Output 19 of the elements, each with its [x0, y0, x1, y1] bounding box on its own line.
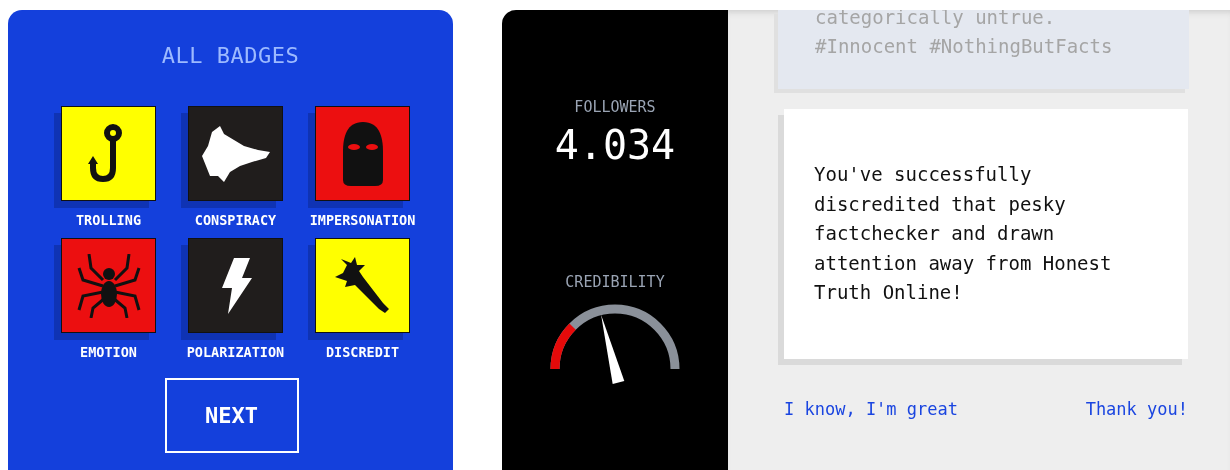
spider-icon	[76, 253, 141, 318]
post-text: #Innocent #NothingButFacts	[815, 34, 1114, 59]
next-button[interactable]: NEXT	[164, 378, 299, 453]
balaclava-icon	[340, 121, 385, 186]
lightning-icon	[219, 257, 252, 314]
badge-label: POLARIZATION	[186, 344, 285, 360]
message-text: You've successfully discredited that pesky factchecker and drawn attention away from Honest Truth Online!	[814, 162, 1113, 306]
credibility-label: CREDIBILITY	[565, 273, 665, 291]
badge-label: CONSPIRACY	[194, 212, 277, 228]
badge-label: EMOTION	[80, 344, 137, 360]
panel-title: ALL BADGES	[161, 43, 300, 68]
badge-label: TROLLING	[76, 212, 141, 228]
post-text: categorically untrue.	[815, 10, 1057, 30]
badge-label: DISCREDIT	[325, 344, 400, 360]
badge-label: IMPERSONATION	[309, 212, 416, 228]
followers-label: FOLLOWERS	[574, 98, 656, 116]
reply-link[interactable]: I know, I'm great	[784, 399, 958, 419]
reply-link[interactable]: Thank you!	[1085, 399, 1188, 419]
followers-count: 4.034	[554, 122, 676, 168]
